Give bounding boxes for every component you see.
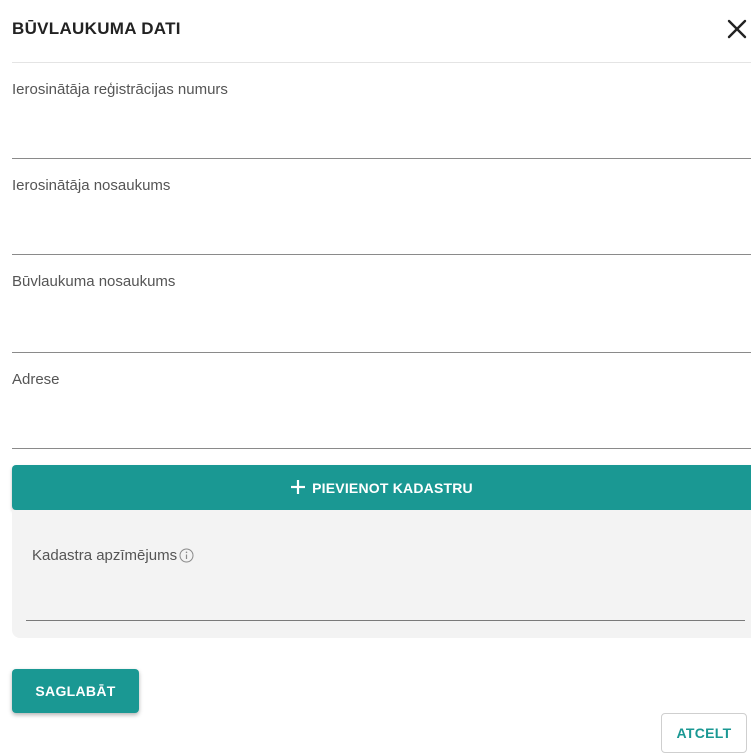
address-input[interactable] <box>12 416 751 444</box>
registration-number-field: Ierosinātāja reģistrācijas numurs <box>12 78 751 159</box>
save-button[interactable]: SAGLABĀT <box>12 669 139 713</box>
cadastre-designation-input[interactable] <box>32 588 732 616</box>
registration-number-input[interactable] <box>12 126 751 154</box>
site-name-field: Būvlaukuma nosaukums <box>12 271 751 353</box>
dialog-header: BŪVLAUKUMA DATI <box>12 0 751 63</box>
site-name-input[interactable] <box>12 320 751 348</box>
address-field: Adrese <box>12 368 751 449</box>
add-cadastre-label: PIEVIENOT KADASTRU <box>312 479 473 496</box>
initiator-name-input[interactable] <box>12 222 751 250</box>
close-icon <box>727 19 747 39</box>
add-cadastre-button[interactable]: PIEVIENOT KADASTRU <box>12 465 751 510</box>
cadastre-input-underline <box>26 620 745 621</box>
close-button[interactable] <box>725 14 749 42</box>
dialog-title: BŪVLAUKUMA DATI <box>12 19 181 38</box>
cadastre-designation-label: Kadastra apzīmējums <box>32 547 178 564</box>
construction-site-dialog: BŪVLAUKUMA DATI Ierosinātāja reģistrācij… <box>0 0 751 754</box>
info-icon[interactable] <box>179 548 194 563</box>
plus-icon <box>290 479 306 495</box>
site-name-label: Būvlaukuma nosaukums <box>12 273 176 290</box>
cadastre-designation-label-row: Kadastra apzīmējums <box>32 547 194 564</box>
registration-number-label: Ierosinātāja reģistrācijas numurs <box>12 81 228 98</box>
address-label: Adrese <box>12 371 60 388</box>
cadastre-panel: Kadastra apzīmējums <box>12 510 751 638</box>
cancel-button[interactable]: ATCELT <box>661 713 747 753</box>
initiator-name-field: Ierosinātāja nosaukums <box>12 174 751 255</box>
initiator-name-label: Ierosinātāja nosaukums <box>12 177 171 194</box>
